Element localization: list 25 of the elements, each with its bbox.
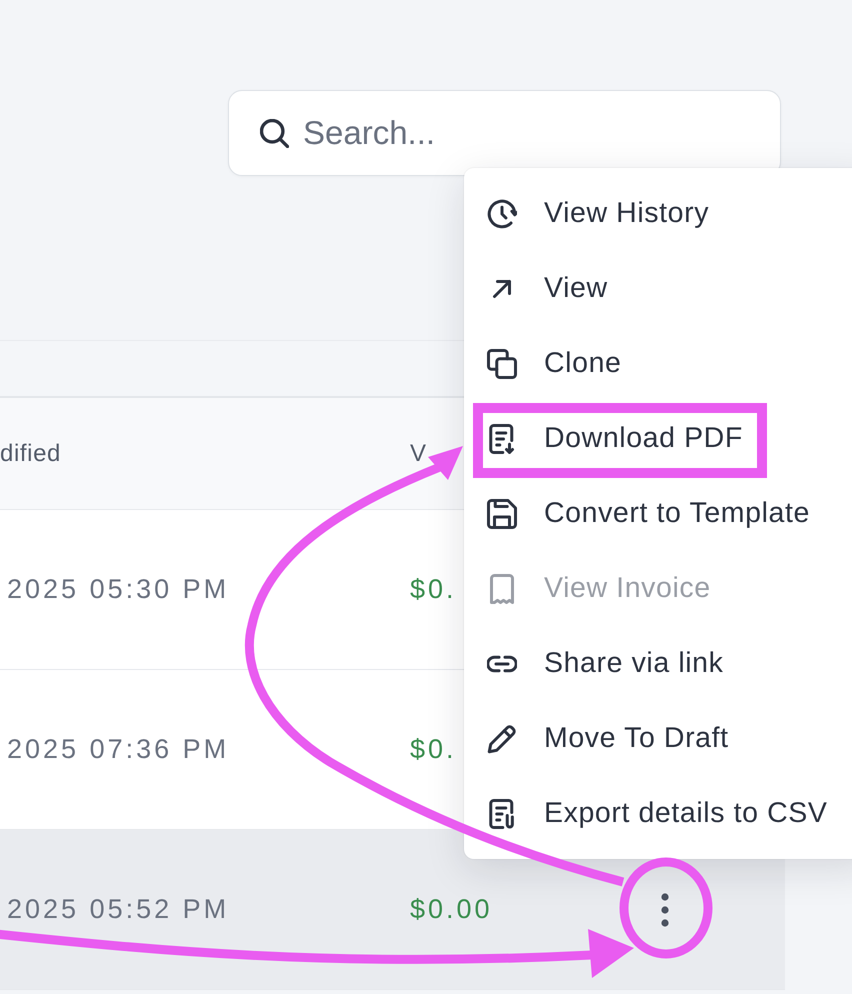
- menu-item[interactable]: View: [464, 251, 852, 326]
- kebab-icon: [661, 892, 669, 926]
- menu-item[interactable]: Export details to CSV: [464, 776, 852, 851]
- menu-item[interactable]: Download PDF: [464, 401, 852, 476]
- copy-icon: [487, 348, 517, 378]
- search-field[interactable]: Search...: [228, 90, 781, 176]
- clock-arrow-icon: [487, 198, 517, 228]
- menu-item[interactable]: Move To Draft: [464, 701, 852, 776]
- table-cell: $0.: [410, 574, 457, 604]
- table-cell: $0.00: [410, 894, 493, 924]
- menu-item[interactable]: Clone: [464, 326, 852, 401]
- receipt-icon: [487, 574, 517, 604]
- column-header: V: [410, 440, 427, 466]
- table-cell: 2025 07:36 PM: [7, 734, 230, 764]
- menu-item[interactable]: Share via link: [464, 626, 852, 701]
- table-cell: 2025 05:52 PM: [7, 894, 230, 924]
- menu-item[interactable]: View History: [464, 176, 852, 251]
- column-header: dified: [0, 440, 61, 466]
- table-cell: $0.: [410, 734, 457, 764]
- document-paperclip-icon: [487, 798, 517, 828]
- search-icon: [260, 119, 289, 148]
- pencil-icon: [487, 724, 517, 754]
- table-cell: 2025 05:30 PM: [7, 574, 230, 604]
- menu-item[interactable]: Convert to Template: [464, 476, 852, 551]
- document-download-icon: [487, 424, 517, 454]
